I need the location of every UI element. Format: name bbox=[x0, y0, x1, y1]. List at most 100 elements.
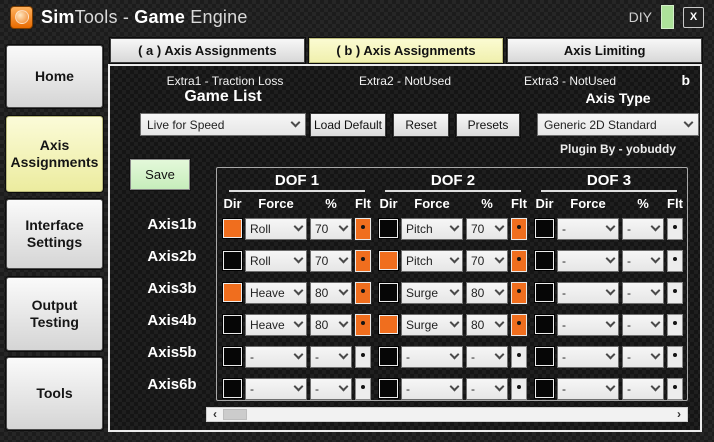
dir-checkbox[interactable] bbox=[535, 251, 554, 270]
dir-checkbox[interactable] bbox=[379, 379, 398, 398]
dir-checkbox[interactable] bbox=[223, 347, 242, 366]
dir-checkbox[interactable] bbox=[223, 219, 242, 238]
filter-button[interactable] bbox=[667, 377, 683, 400]
force-select[interactable]: - bbox=[557, 217, 619, 240]
load-default-button[interactable]: Load Default bbox=[310, 113, 386, 137]
filter-button[interactable] bbox=[511, 313, 527, 336]
close-button[interactable]: X bbox=[683, 6, 704, 28]
percent-select[interactable]: 70 bbox=[310, 217, 352, 240]
sidebar-item-home[interactable]: Home bbox=[6, 45, 103, 108]
force-select[interactable]: Pitch bbox=[401, 217, 463, 240]
dir-checkbox[interactable] bbox=[379, 283, 398, 302]
dir-checkbox[interactable] bbox=[379, 251, 398, 270]
filter-button[interactable] bbox=[511, 281, 527, 304]
presets-button[interactable]: Presets bbox=[456, 113, 520, 137]
percent-select[interactable]: - bbox=[466, 345, 508, 368]
percent-select[interactable]: - bbox=[310, 345, 352, 368]
filter-button[interactable] bbox=[667, 217, 683, 240]
percent-select-value: 80 bbox=[471, 317, 485, 332]
dir-checkbox[interactable] bbox=[223, 379, 242, 398]
percent-select[interactable]: - bbox=[622, 281, 664, 304]
filter-button[interactable] bbox=[355, 313, 371, 336]
force-select[interactable]: Roll bbox=[245, 249, 307, 272]
dir-checkbox[interactable] bbox=[535, 379, 554, 398]
horizontal-scrollbar[interactable]: ‹ › bbox=[206, 407, 688, 422]
filter-button[interactable] bbox=[355, 345, 371, 368]
force-select[interactable]: Heave bbox=[245, 281, 307, 304]
percent-select[interactable]: 80 bbox=[310, 313, 352, 336]
force-select[interactable]: Surge bbox=[401, 313, 463, 336]
force-select[interactable]: - bbox=[557, 345, 619, 368]
table-row: Roll 70 Pitch 70- - bbox=[223, 216, 683, 241]
dot-icon bbox=[361, 289, 365, 293]
force-select[interactable]: - bbox=[557, 249, 619, 272]
percent-select[interactable]: - bbox=[622, 249, 664, 272]
dot-icon bbox=[361, 257, 365, 261]
sidebar-item-tools[interactable]: Tools bbox=[6, 357, 103, 430]
scroll-left-icon[interactable]: ‹ bbox=[207, 408, 223, 421]
force-select[interactable]: - bbox=[557, 377, 619, 400]
game-list-select[interactable]: Live for Speed bbox=[140, 113, 306, 136]
percent-select[interactable]: - bbox=[622, 345, 664, 368]
filter-button[interactable] bbox=[511, 377, 527, 400]
filter-button[interactable] bbox=[355, 249, 371, 272]
axis-type-select[interactable]: Generic 2D Standard bbox=[537, 113, 699, 136]
sidebar-item-output-testing[interactable]: Output Testing bbox=[6, 277, 103, 351]
force-select[interactable]: - bbox=[245, 345, 307, 368]
percent-select[interactable]: 70 bbox=[466, 217, 508, 240]
dir-checkbox[interactable] bbox=[223, 315, 242, 334]
percent-select[interactable]: - bbox=[622, 217, 664, 240]
sidebar-item-interface-settings[interactable]: Interface Settings bbox=[6, 199, 103, 269]
filter-button[interactable] bbox=[667, 313, 683, 336]
tab-b-axis-assignments[interactable]: ( b ) Axis Assignments bbox=[308, 38, 504, 63]
force-select[interactable]: Roll bbox=[245, 217, 307, 240]
filter-button[interactable] bbox=[355, 217, 371, 240]
filter-button[interactable] bbox=[667, 345, 683, 368]
percent-select[interactable]: 80 bbox=[466, 281, 508, 304]
chevron-down-icon bbox=[293, 221, 304, 232]
tab-axis-limiting[interactable]: Axis Limiting bbox=[507, 38, 703, 63]
tab-a-axis-assignments[interactable]: ( a ) Axis Assignments bbox=[110, 38, 305, 63]
scrollbar-thumb[interactable] bbox=[223, 409, 247, 420]
force-select[interactable]: - bbox=[401, 345, 463, 368]
dir-checkbox[interactable] bbox=[379, 219, 398, 238]
force-select[interactable]: Pitch bbox=[401, 249, 463, 272]
sidebar-item-axis-assignments[interactable]: Axis Assignments bbox=[6, 116, 103, 192]
force-select[interactable]: - bbox=[557, 313, 619, 336]
filter-button[interactable] bbox=[511, 217, 527, 240]
dot-icon bbox=[517, 289, 521, 293]
percent-select[interactable]: 70 bbox=[466, 249, 508, 272]
dir-checkbox[interactable] bbox=[223, 251, 242, 270]
force-select[interactable]: Surge bbox=[401, 281, 463, 304]
percent-select[interactable]: 80 bbox=[466, 313, 508, 336]
dir-checkbox[interactable] bbox=[535, 315, 554, 334]
percent-select[interactable]: - bbox=[310, 377, 352, 400]
filter-button[interactable] bbox=[355, 281, 371, 304]
window-title: SimTools - Game Engine bbox=[41, 7, 248, 28]
percent-select[interactable]: - bbox=[622, 313, 664, 336]
force-select[interactable]: - bbox=[557, 281, 619, 304]
dir-checkbox[interactable] bbox=[223, 283, 242, 302]
percent-select[interactable]: 80 bbox=[310, 281, 352, 304]
dir-checkbox[interactable] bbox=[379, 315, 398, 334]
force-select[interactable]: - bbox=[245, 377, 307, 400]
filter-button[interactable] bbox=[511, 345, 527, 368]
filter-button[interactable] bbox=[667, 281, 683, 304]
filter-button[interactable] bbox=[511, 249, 527, 272]
percent-select[interactable]: 70 bbox=[310, 249, 352, 272]
dir-checkbox[interactable] bbox=[535, 347, 554, 366]
scroll-right-icon[interactable]: › bbox=[671, 408, 687, 421]
percent-select[interactable]: - bbox=[622, 377, 664, 400]
filter-button[interactable] bbox=[355, 377, 371, 400]
force-select[interactable]: - bbox=[401, 377, 463, 400]
filter-button[interactable] bbox=[667, 249, 683, 272]
percent-select[interactable]: - bbox=[466, 377, 508, 400]
save-button[interactable]: Save bbox=[130, 159, 190, 190]
dir-checkbox[interactable] bbox=[535, 219, 554, 238]
dir-checkbox[interactable] bbox=[535, 283, 554, 302]
reset-button[interactable]: Reset bbox=[393, 113, 449, 137]
extra3-label: Extra3 - NotUsed bbox=[523, 74, 617, 88]
dot-icon bbox=[361, 321, 365, 325]
dir-checkbox[interactable] bbox=[379, 347, 398, 366]
force-select[interactable]: Heave bbox=[245, 313, 307, 336]
